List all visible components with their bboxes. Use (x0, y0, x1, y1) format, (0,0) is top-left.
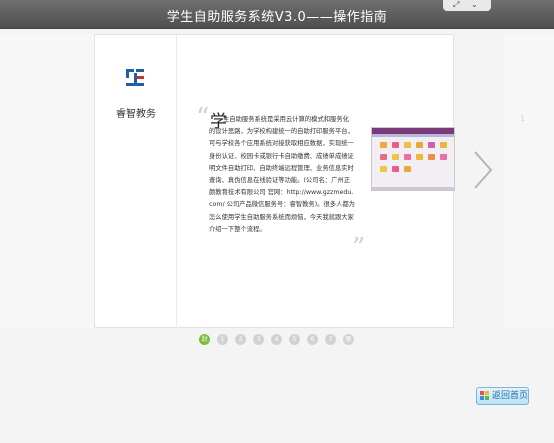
guide-slide: 睿智教务 “ 学 生自助服务系统是采用云计算的模式和服务化的设计思路，为学校构建… (94, 34, 455, 329)
chevron-down-icon[interactable]: ⌄ (471, 0, 478, 10)
guide-paragraph: 生自助服务系统是采用云计算的模式和服务化的设计思路，为学校构建统一的自助打印服务… (209, 116, 355, 233)
ruizhi-logo-icon (126, 69, 144, 86)
window-controls: ⤢ ⌄ (443, 0, 491, 11)
pager-dot-6[interactable]: 6 (307, 334, 318, 345)
brand-name: 睿智教务 (116, 109, 156, 120)
next-slide-ghost: 1 (504, 34, 554, 328)
app-screenshot-thumbnail (371, 127, 455, 191)
pager-dot-end[interactable]: 尾 (343, 334, 354, 345)
pager-dot-cover[interactable]: 封 (199, 334, 210, 345)
pager-dot-3[interactable]: 3 (253, 334, 264, 345)
expand-icon[interactable]: ⤢ (453, 0, 459, 10)
close-quote-mark: ” (352, 233, 366, 263)
home-icon (480, 391, 489, 400)
title-bar: 学生自助服务系统V3.0——操作指南 ⤢ ⌄ (0, 0, 554, 29)
open-quote-mark: “ (196, 103, 210, 133)
return-home-label: 返回首页 (492, 391, 529, 401)
pager-dot-7[interactable]: 7 (325, 334, 336, 345)
pager-dot-2[interactable]: 2 (235, 334, 246, 345)
next-slide-arrow-icon[interactable] (472, 150, 494, 190)
pager-dot-5[interactable]: 5 (289, 334, 300, 345)
next-slide-ghost-text: 1 (520, 114, 526, 123)
pager-dot-4[interactable]: 4 (271, 334, 282, 345)
slide-divider (176, 35, 177, 329)
return-home-button[interactable]: 返回首页 (476, 387, 529, 405)
previous-slide-ghost (0, 34, 94, 328)
pager-dot-1[interactable]: 1 (217, 334, 228, 345)
